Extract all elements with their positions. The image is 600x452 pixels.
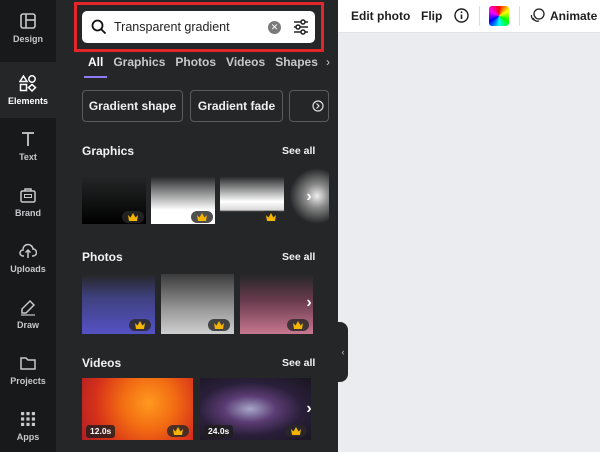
rail-item-design[interactable]: Design xyxy=(0,0,56,56)
tab-graphics[interactable]: Graphics xyxy=(113,55,165,75)
crown-icon xyxy=(293,321,303,329)
graphics-next-button[interactable]: › xyxy=(298,186,320,208)
uploads-icon xyxy=(19,243,37,258)
context-toolbar: Edit photo Flip Animate xyxy=(338,0,600,33)
photos-next-button[interactable]: › xyxy=(298,292,320,314)
rail-label: Uploads xyxy=(10,264,46,274)
videos-see-all[interactable]: See all xyxy=(282,357,315,369)
rail-label: Text xyxy=(19,152,37,162)
graphic-thumb-2[interactable] xyxy=(151,168,215,224)
rail-label: Elements xyxy=(7,96,49,106)
text-icon xyxy=(22,132,34,146)
video-duration: 12.0s xyxy=(86,425,116,438)
side-rail: Design Elements Text Brand Uploads Draw … xyxy=(0,0,56,452)
photos-section-title: Photos xyxy=(82,250,123,264)
crown-icon xyxy=(135,321,145,329)
crown-icon xyxy=(197,213,207,221)
chevron-right-icon: › xyxy=(306,188,312,205)
graphic-thumb-3[interactable] xyxy=(220,168,284,224)
edit-photo-button[interactable]: Edit photo xyxy=(351,9,410,23)
video-thumb-2[interactable]: 24.0s xyxy=(200,378,311,440)
chip-gradient-shape[interactable]: Gradient shape xyxy=(82,90,183,122)
chip-label: Gradient shape xyxy=(88,99,177,113)
draw-icon xyxy=(21,299,36,316)
crown-icon xyxy=(128,213,138,221)
photos-see-all[interactable]: See all xyxy=(282,251,315,263)
chevron-left-icon: ‹ xyxy=(341,347,345,357)
design-icon xyxy=(20,13,36,29)
color-swatch-button[interactable] xyxy=(489,6,509,26)
elements-icon xyxy=(19,74,37,92)
close-icon: ✕ xyxy=(270,21,279,32)
premium-badge xyxy=(260,211,282,223)
brand-icon xyxy=(20,188,36,203)
crown-icon xyxy=(214,321,224,329)
premium-badge xyxy=(122,211,144,223)
rail-item-projects[interactable]: Projects xyxy=(0,342,56,398)
premium-badge xyxy=(129,319,151,331)
rail-label: Projects xyxy=(10,376,46,386)
clear-search-button[interactable]: ✕ xyxy=(268,20,281,34)
photo-thumb-1[interactable] xyxy=(82,274,155,334)
toolbar-divider xyxy=(519,6,520,26)
rail-item-apps[interactable]: Apps xyxy=(0,398,56,452)
premium-badge xyxy=(287,319,309,331)
chevron-right-icon: › xyxy=(306,400,312,417)
search-icon xyxy=(91,19,107,35)
arrow-right-icon xyxy=(312,100,324,112)
apps-icon xyxy=(21,412,35,426)
rail-item-brand[interactable]: Brand xyxy=(0,174,56,230)
videos-next-button[interactable]: › xyxy=(298,398,320,420)
elements-panel: ✕ All Graphics Photos Videos Shapes › Gr… xyxy=(56,0,338,452)
tab-videos[interactable]: Videos xyxy=(226,55,265,75)
rail-label: Draw xyxy=(16,320,39,330)
chip-label: Gradient fade xyxy=(197,99,276,113)
projects-icon xyxy=(20,357,36,370)
flip-button[interactable]: Flip xyxy=(421,9,442,23)
graphics-section-title: Graphics xyxy=(82,144,135,158)
rail-item-uploads[interactable]: Uploads xyxy=(0,230,56,286)
tab-all[interactable]: All xyxy=(88,55,103,75)
crown-icon xyxy=(291,427,301,435)
photo-thumb-2[interactable] xyxy=(161,274,234,334)
search-highlight: ✕ xyxy=(74,2,324,52)
graphics-see-all[interactable]: See all xyxy=(282,145,315,157)
premium-badge xyxy=(167,425,189,437)
premium-badge xyxy=(285,425,307,437)
premium-badge xyxy=(191,211,213,223)
rail-item-elements[interactable]: Elements xyxy=(0,62,56,118)
crown-icon xyxy=(173,427,183,435)
graphic-thumb-1[interactable] xyxy=(82,168,146,224)
tabs-scroll-right-button[interactable]: › xyxy=(318,55,338,75)
search-bar: ✕ xyxy=(82,11,315,43)
rail-label: Apps xyxy=(16,432,40,442)
info-icon[interactable] xyxy=(454,8,469,23)
search-input[interactable] xyxy=(114,20,264,34)
filter-tabs: All Graphics Photos Videos Shapes xyxy=(88,55,328,75)
filter-icon[interactable] xyxy=(292,18,310,36)
collapse-panel-button[interactable]: ‹ xyxy=(338,322,348,382)
chip-more[interactable] xyxy=(289,90,329,122)
animate-icon xyxy=(530,8,545,22)
premium-badge xyxy=(208,319,230,331)
active-tab-indicator xyxy=(84,76,107,78)
rail-label: Brand xyxy=(14,208,41,218)
video-duration: 24.0s xyxy=(204,425,234,438)
tab-shapes[interactable]: Shapes xyxy=(275,55,318,75)
video-thumb-1[interactable]: 12.0s xyxy=(82,378,193,440)
toolbar-divider xyxy=(479,6,480,26)
animate-button[interactable]: Animate xyxy=(550,9,597,23)
chevron-right-icon: › xyxy=(306,294,312,311)
rail-label: Design xyxy=(12,34,43,44)
chevron-right-icon: › xyxy=(326,55,330,69)
chip-gradient-fade[interactable]: Gradient fade xyxy=(190,90,283,122)
rail-item-text[interactable]: Text xyxy=(0,118,56,174)
crown-icon xyxy=(266,213,276,221)
tab-photos[interactable]: Photos xyxy=(175,55,216,75)
rail-item-draw[interactable]: Draw xyxy=(0,286,56,342)
videos-section-title: Videos xyxy=(82,356,122,370)
